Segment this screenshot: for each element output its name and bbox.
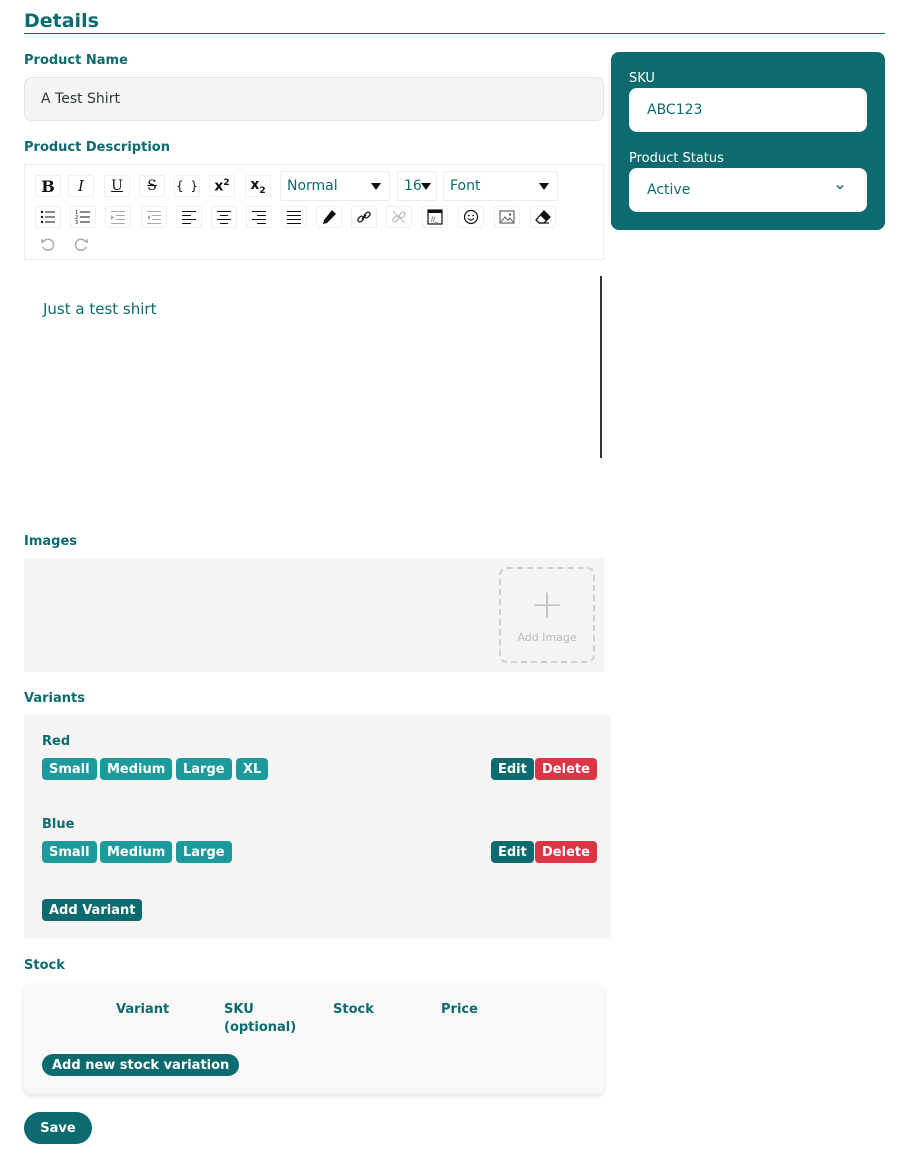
undo-icon[interactable] [35, 233, 61, 255]
column-header: Price [441, 1002, 478, 1017]
block-style-select[interactable]: Normal [280, 171, 390, 201]
page-title: Details [24, 10, 99, 32]
unlink-icon[interactable] [386, 206, 412, 228]
subscript-icon[interactable]: x2 [245, 175, 271, 197]
side-panel: SKU ABC123 Product Status Active [611, 52, 885, 230]
chevron-down-icon [539, 183, 549, 190]
size-chip: Medium [100, 841, 173, 863]
ordered-list-icon[interactable]: 123 [70, 206, 96, 228]
product-name-label: Product Name [24, 53, 128, 68]
edit-variant-button[interactable]: Edit [491, 758, 534, 780]
product-description-label: Product Description [24, 140, 170, 155]
column-header: Stock [333, 1002, 374, 1017]
product-status-select[interactable]: Active [629, 168, 867, 212]
block-style-value: Normal [287, 178, 338, 194]
font-family-select[interactable]: Font [443, 171, 558, 201]
column-header: SKU (optional) [224, 1002, 297, 1035]
align-justify-icon[interactable] [281, 206, 307, 228]
color-picker-icon[interactable] [316, 206, 342, 228]
delete-variant-button[interactable]: Delete [535, 841, 597, 863]
sku-label: SKU [629, 71, 655, 86]
unordered-list-icon[interactable] [35, 206, 61, 228]
chevron-down-icon [421, 183, 431, 190]
variants-label: Variants [24, 691, 85, 706]
edit-variant-button[interactable]: Edit [491, 841, 534, 863]
add-variant-button[interactable]: Add Variant [42, 899, 143, 921]
font-family-value: Font [450, 178, 481, 194]
add-stock-variation-button[interactable]: Add new stock variation [42, 1054, 240, 1076]
product-name-value: A Test Shirt [41, 91, 120, 107]
strikethrough-icon[interactable]: S [139, 175, 165, 197]
underline-icon[interactable]: U [104, 175, 130, 197]
outdent-icon[interactable] [141, 206, 167, 228]
product-name-input[interactable]: A Test Shirt [24, 77, 604, 121]
stock-label: Stock [24, 958, 65, 973]
size-chip: Small [42, 758, 97, 780]
font-size-value: 16 [404, 178, 422, 194]
variant-name: Blue [42, 817, 75, 832]
redo-icon[interactable] [68, 233, 94, 255]
link-icon[interactable] [351, 206, 377, 228]
product-status-label: Product Status [629, 151, 724, 166]
italic-icon[interactable]: I [68, 175, 94, 197]
align-right-icon[interactable] [246, 206, 272, 228]
image-icon[interactable] [494, 206, 520, 228]
align-left-icon[interactable] [176, 206, 202, 228]
svg-text://_: //_ [431, 216, 439, 223]
emoji-icon[interactable] [458, 206, 484, 228]
embed-icon[interactable]: //_ [422, 206, 448, 228]
save-button[interactable]: Save [24, 1112, 92, 1144]
editor-toolbar: B I U S { } x2 x2 Normal 16 Font 123 //_ [24, 164, 604, 260]
superscript-icon[interactable]: x2 [209, 175, 235, 197]
column-header: Variant [116, 1002, 170, 1017]
font-size-select[interactable]: 16 [397, 171, 437, 201]
delete-variant-button[interactable]: Delete [535, 758, 597, 780]
size-chip: XL [236, 758, 269, 780]
size-chip: Medium [100, 758, 173, 780]
variant-name: Red [42, 734, 71, 749]
title-divider [24, 33, 885, 34]
code-icon[interactable]: { } [174, 175, 200, 197]
description-content: Just a test shirt [43, 300, 157, 318]
plus-icon: + [530, 581, 564, 628]
sku-value: ABC123 [647, 102, 703, 118]
size-chip: Large [176, 841, 232, 863]
eraser-icon[interactable] [530, 206, 556, 228]
product-status-value: Active [647, 182, 691, 198]
align-center-icon[interactable] [211, 206, 237, 228]
bold-icon[interactable]: B [35, 175, 61, 197]
add-image-button[interactable]: + Add Image [499, 567, 595, 663]
images-label: Images [24, 534, 78, 549]
chevron-down-icon [836, 185, 844, 190]
svg-text:3: 3 [75, 220, 78, 225]
chevron-down-icon [371, 183, 381, 190]
size-chip: Small [42, 841, 97, 863]
add-image-label: Add Image [517, 630, 577, 644]
size-chip: Large [176, 758, 232, 780]
indent-icon[interactable] [105, 206, 131, 228]
sku-input[interactable]: ABC123 [629, 88, 867, 132]
stock-table [24, 984, 604, 1094]
